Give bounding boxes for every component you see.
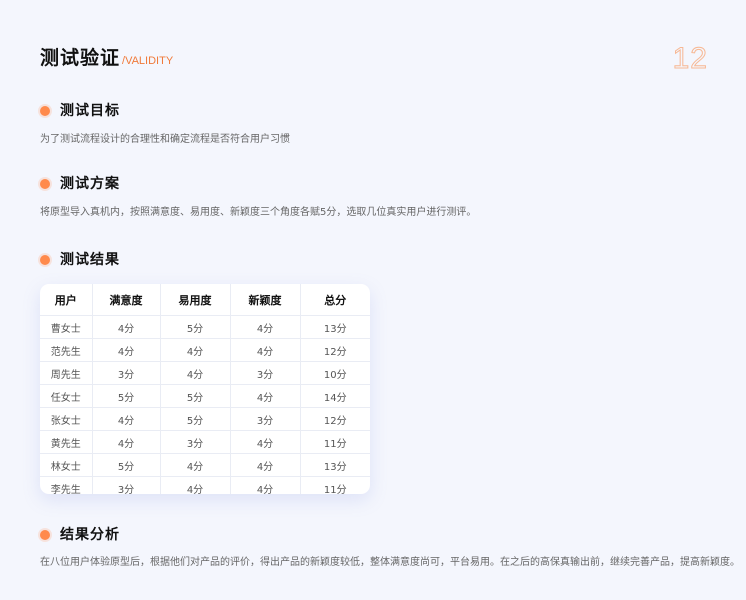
- section-text-plan: 将原型导入真机内，按照满意度、易用度、新颖度三个角度各赋5分，选取几位真实用户进…: [40, 207, 477, 218]
- table-cell: 5分: [160, 407, 231, 431]
- table-cell: 3分: [230, 361, 301, 385]
- page: 测试验证 /VALIDITY 12 测试目标 为了测试流程设计的合理性和确定流程…: [0, 0, 746, 600]
- table-cell: 李先生: [40, 476, 93, 494]
- section-header-results: 测试结果: [40, 251, 120, 269]
- table-cell: 4分: [92, 430, 161, 454]
- table-row: 范先生 4分 4分 4分 12分: [40, 338, 370, 362]
- table-cell: 4分: [230, 476, 301, 494]
- table-cell: 黄先生: [40, 430, 93, 454]
- table-body: 曹女士 4分 5分 4分 13分 范先生 4分 4分 4分 12分 周先生 3分 4分 3分 10分 任女士 5…: [40, 315, 370, 495]
- section-header-analysis: 结果分析: [40, 526, 120, 544]
- page-number: 12: [672, 42, 708, 76]
- table-cell: 3分: [92, 476, 161, 494]
- table-cell: 林女士: [40, 453, 93, 477]
- page-subtitle: /VALIDITY: [122, 55, 174, 67]
- bullet-dot-icon: [40, 106, 50, 116]
- table-row: 曹女士 4分 5分 4分 13分: [40, 315, 370, 339]
- table-cell: 4分: [92, 338, 161, 362]
- table-row: 任女士 5分 5分 4分 14分: [40, 384, 370, 408]
- table-cell: 4分: [230, 315, 301, 339]
- table-cell: 11分: [323, 484, 347, 495]
- table-cell: 4分: [230, 384, 301, 408]
- table-row: 林女士 5分 4分 4分 13分: [40, 453, 370, 477]
- section-text-analysis: 在八位用户体验原型后，根据他们对产品的评价，得出产品的新颖度较低，整体满意度尚可…: [40, 557, 740, 568]
- table-cell: 4分: [92, 315, 161, 339]
- column-header-usability: 易用度: [160, 284, 231, 316]
- table-cell: 4分: [160, 476, 231, 494]
- table-cell: 14分: [300, 384, 370, 408]
- section-text-goal: 为了测试流程设计的合理性和确定流程是否符合用户习惯: [40, 134, 290, 145]
- column-header-total: 总分: [300, 284, 370, 316]
- table-row: 周先生 3分 4分 3分 10分: [40, 361, 370, 385]
- section-title-analysis: 结果分析: [60, 527, 120, 543]
- column-header-user: 用户: [40, 284, 93, 316]
- table-cell: 5分: [92, 384, 161, 408]
- table-cell: 3分: [230, 407, 301, 431]
- table-cell: 13分: [300, 315, 370, 339]
- table-cell: 12分: [300, 338, 370, 362]
- table-cell: 4分: [160, 338, 231, 362]
- section-header-plan: 测试方案: [40, 175, 120, 193]
- table-cell: 范先生: [40, 338, 93, 362]
- table-cell: 任女士: [40, 384, 93, 408]
- table-cell: 5分: [160, 315, 231, 339]
- table-cell: 周先生: [40, 361, 93, 385]
- results-table: 用户 满意度 易用度 新颖度 总分 曹女士 4分 5分 4分 13分 范先生 4分 4分 4分 1…: [40, 284, 370, 494]
- page-title: 测试验证: [40, 47, 121, 69]
- table-cell: 5分: [92, 453, 161, 477]
- section-title-results: 测试结果: [60, 252, 120, 268]
- table-cell: 3分: [160, 430, 231, 454]
- table-cell: 4分: [160, 453, 231, 477]
- bullet-dot-icon: [40, 255, 50, 265]
- table-row: 张女士 4分 5分 3分 12分: [40, 407, 370, 431]
- table-cell: 4分: [92, 407, 161, 431]
- table-row: 李先生 3分 4分 4分 11分: [40, 476, 370, 495]
- table-cell: 13分: [300, 453, 370, 477]
- bullet-dot-icon: [40, 530, 50, 540]
- table-cell: 5分: [160, 384, 231, 408]
- table-cell: 4分: [230, 453, 301, 477]
- table-cell: 3分: [92, 361, 161, 385]
- column-header-satisfaction: 满意度: [92, 284, 161, 316]
- table-row: 黄先生 4分 3分 4分 11分: [40, 430, 370, 454]
- table-cell: 12分: [300, 407, 370, 431]
- page-header: 测试验证 /VALIDITY: [40, 46, 173, 70]
- table-cell: 4分: [160, 361, 231, 385]
- table-cell: 11分: [300, 430, 370, 454]
- bullet-dot-icon: [40, 179, 50, 189]
- section-title-goal: 测试目标: [60, 103, 120, 119]
- column-header-novelty: 新颖度: [230, 284, 301, 316]
- section-title-plan: 测试方案: [60, 176, 120, 192]
- results-table-card: 用户 满意度 易用度 新颖度 总分 曹女士 4分 5分 4分 13分 范先生 4分 4分 4分 1…: [40, 284, 370, 494]
- table-cell: 4分: [230, 338, 301, 362]
- table-cell: 4分: [230, 430, 301, 454]
- table-cell: 张女士: [40, 407, 93, 431]
- table-cell: 曹女士: [40, 315, 93, 339]
- table-header-row: 用户 满意度 易用度 新颖度 总分: [40, 284, 370, 316]
- table-cell: 10分: [300, 361, 370, 385]
- section-header-goal: 测试目标: [40, 102, 120, 120]
